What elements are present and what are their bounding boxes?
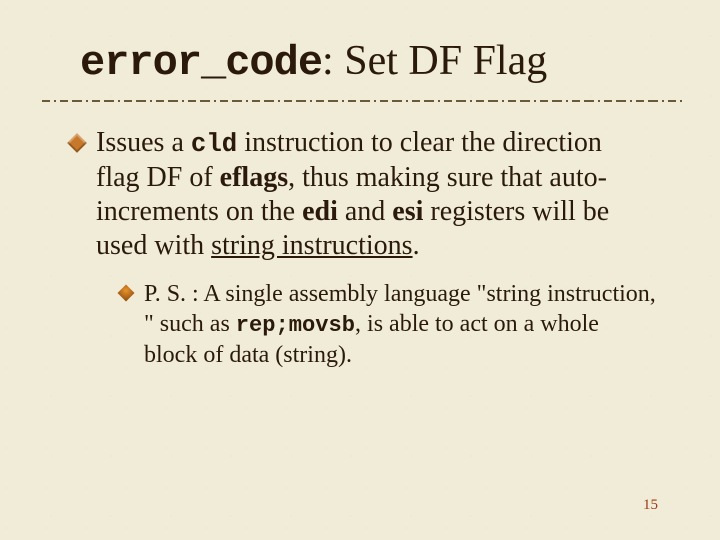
bullet-1: Issues a cld instruction to clear the di… bbox=[72, 126, 652, 369]
slide: error_code: Set DF Flag Issues a cld ins… bbox=[0, 0, 720, 370]
main-list: Issues a cld instruction to clear the di… bbox=[72, 126, 652, 369]
text: and bbox=[338, 196, 392, 227]
underline-string-instructions: string instructions bbox=[211, 230, 412, 261]
inline-code-cld: cld bbox=[191, 130, 237, 159]
inline-code-rep-movsb: rep;movsb bbox=[236, 313, 355, 338]
title-code: error_code bbox=[80, 39, 322, 87]
slide-title: error_code: Set DF Flag bbox=[80, 38, 678, 86]
sub-list: P. S. : A single assembly language "stri… bbox=[122, 279, 656, 370]
bold-esi: esi bbox=[392, 196, 423, 227]
text: . bbox=[413, 230, 420, 261]
divider bbox=[42, 98, 682, 104]
page-number: 15 bbox=[643, 497, 658, 514]
title-rest: : Set DF Flag bbox=[322, 38, 547, 84]
text: Issues a bbox=[96, 127, 191, 158]
bold-edi: edi bbox=[302, 196, 338, 227]
sub-bullet-1: P. S. : A single assembly language "stri… bbox=[122, 279, 656, 370]
bold-eflags: eflags bbox=[220, 162, 288, 193]
